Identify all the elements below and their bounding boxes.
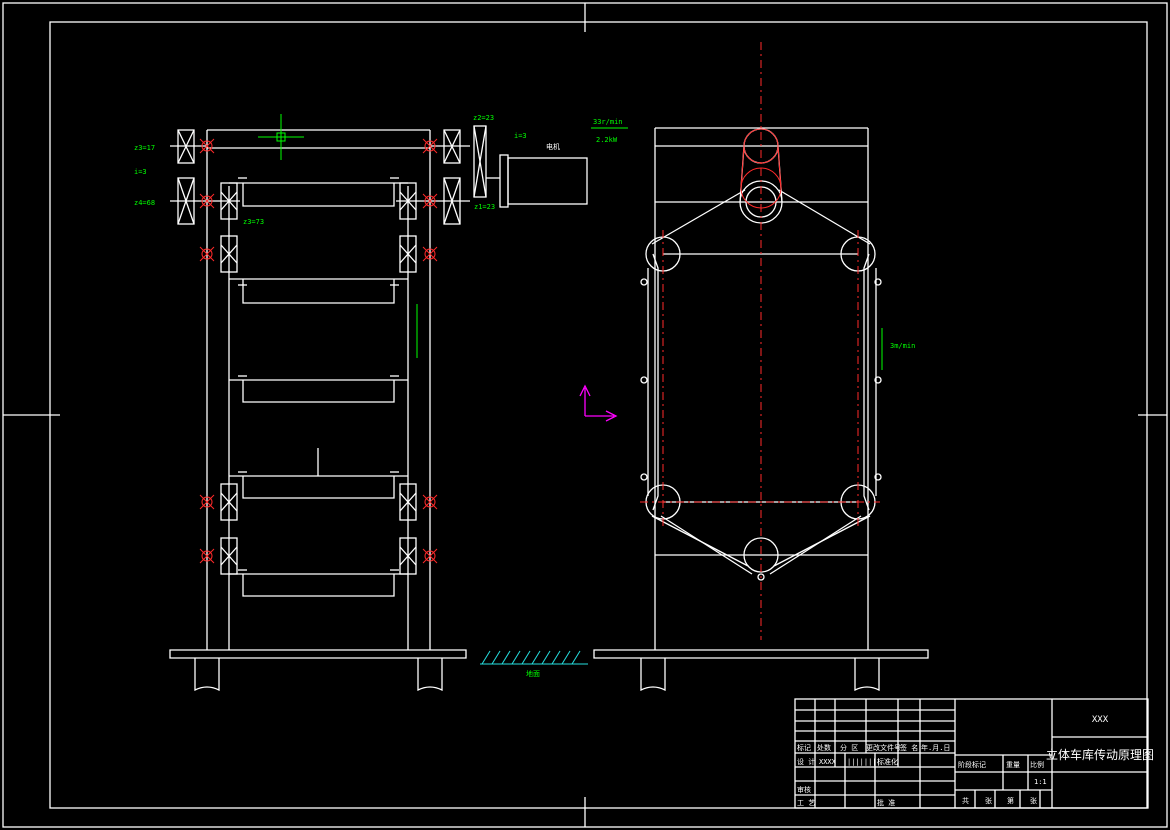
scale-label: 比例 [1030, 760, 1044, 769]
transmission-side-view [170, 114, 588, 650]
drawing-title: 立体车库传动原理图 [1046, 747, 1154, 762]
note-z4: z4=68 [134, 199, 155, 207]
stage-mark-label: 阶段标记 [958, 760, 986, 769]
note-z1: z1=23 [474, 203, 495, 211]
note-speed-bottom: 2.2kW [596, 136, 618, 144]
note-z3: z3=17 [134, 144, 155, 152]
approve-label: 批 准 [877, 798, 895, 807]
company-name: XXX [1092, 715, 1109, 725]
cad-drawing-canvas[interactable]: z3=17 i=3 z4=68 z3=73 z2=23 z1=23 i=3 电机… [0, 0, 1170, 830]
review-label: 审核 [797, 785, 811, 794]
parking-platforms [229, 177, 408, 597]
standardization-label: 标准化 [877, 757, 898, 766]
foundation [169, 649, 929, 692]
header-date: 年.月.日 [921, 743, 950, 752]
sprocket-set [220, 182, 417, 575]
design-label: 设 计 [797, 757, 815, 766]
header-count: 处数 [817, 743, 831, 752]
sheet-unit-1: 张 [985, 796, 992, 805]
designer-signature: |||||||| [847, 758, 881, 766]
cad-cursor [258, 114, 304, 160]
header-sign: 签 名 [900, 743, 918, 752]
note-ground: 地面 [526, 669, 540, 678]
note-z-mid: z3=73 [243, 218, 264, 226]
note-chain-speed: 3m/min [890, 342, 915, 350]
header-zone: 分 区 [840, 743, 858, 752]
front-elevation-view [640, 42, 883, 650]
ucs-icon [579, 384, 618, 422]
header-change-doc: 更改文件号 [866, 743, 901, 752]
note-z2: z2=23 [473, 114, 494, 122]
note-motor: 电机 [546, 142, 560, 151]
ground-hatch [480, 650, 588, 665]
designer-name: XXXX [819, 758, 837, 766]
note-speed-top: 33r/min [593, 118, 623, 126]
sheet-total-label: 共 [962, 796, 969, 805]
note-i-left: i=3 [134, 168, 147, 176]
process-label: 工 艺 [797, 799, 815, 807]
bearings [199, 138, 438, 564]
scale-value: 1:1 [1034, 778, 1047, 786]
note-i-right: i=3 [514, 132, 527, 140]
weight-label: 重量 [1006, 761, 1020, 769]
annotations: z3=17 i=3 z4=68 z3=73 z2=23 z1=23 i=3 电机… [134, 114, 915, 678]
sheet-unit-2: 张 [1030, 796, 1037, 805]
sheet-index-label: 第 [1007, 796, 1014, 805]
header-mark: 标记 [797, 743, 811, 752]
title-block: XXX 立体车库传动原理图 标记 处数 分 区 更改文件号 签 名 年.月.日 … [794, 698, 1154, 809]
